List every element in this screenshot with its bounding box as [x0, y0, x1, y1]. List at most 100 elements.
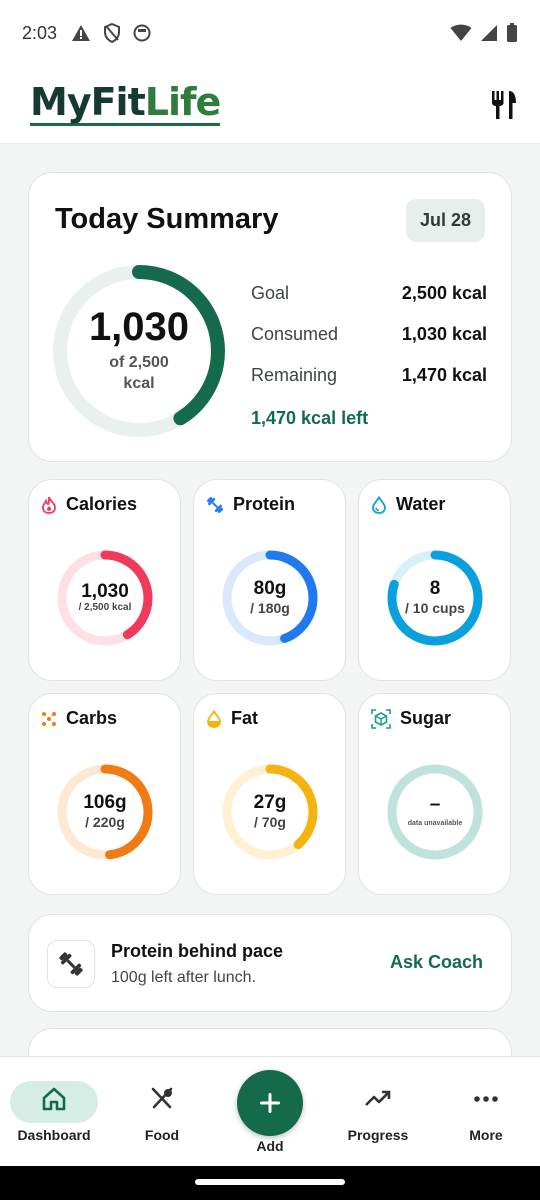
nav-more[interactable]: More: [432, 1057, 540, 1167]
metric-header: Protein: [206, 494, 295, 515]
metric-value: –: [429, 794, 441, 816]
trending-up-icon: [365, 1090, 391, 1106]
flame-icon: [42, 496, 56, 514]
next-card-partial: [28, 1028, 512, 1056]
cube-icon: [371, 708, 391, 729]
nav-label: Dashboard: [17, 1127, 91, 1143]
metric-header: Sugar: [371, 708, 451, 729]
metric-title: Calories: [66, 494, 138, 514]
nav-label: Food: [144, 1127, 180, 1143]
status-bar: 2:03: [0, 0, 540, 66]
metric-target: / 70g: [254, 814, 286, 831]
add-label: Add: [256, 1138, 284, 1154]
metric-center: 80g / 180g: [220, 548, 320, 648]
wifi-icon: [450, 24, 472, 41]
metric-center: 106g / 220g: [55, 762, 155, 862]
calorie-ring-center: 1,030 of 2,500 kcal: [49, 261, 229, 441]
metric-card-sugar[interactable]: Sugar – data unavailable: [358, 693, 511, 895]
metric-card-water[interactable]: Water 8 / 10 cups: [358, 479, 511, 681]
metric-card-protein[interactable]: Protein 80g / 180g: [193, 479, 346, 681]
coach-subtitle: 100g left after lunch.: [111, 969, 256, 986]
metric-header: Water: [371, 494, 445, 515]
ring-unit-text: kcal: [123, 375, 155, 392]
home-icon: [42, 1087, 66, 1111]
oil-drop-icon: [207, 709, 221, 728]
metric-center: – data unavailable: [385, 762, 485, 862]
gesture-handle[interactable]: [195, 1179, 345, 1185]
system-gesture-bar: [0, 1166, 540, 1200]
coach-title: Protein behind pace: [111, 941, 284, 961]
stat-row-goal: Goal 2,500 kcal: [251, 273, 487, 314]
dashboard-scroll[interactable]: Today Summary Jul 28 1,030 of 2,500 kcal…: [0, 144, 540, 1056]
metric-target: / 180g: [250, 600, 290, 617]
dumbbell-icon: [206, 496, 224, 513]
coach-icon-box: [47, 940, 95, 988]
logo-text-part2: Life: [144, 80, 222, 124]
metric-target: / 220g: [85, 814, 125, 831]
stat-row-remaining: Remaining 1,470 kcal: [251, 355, 487, 396]
warning-icon: [72, 25, 91, 41]
nav-dashboard[interactable]: Dashboard: [0, 1057, 108, 1167]
more-horizontal-icon: [474, 1096, 498, 1102]
kcal-left-note: 1,470 kcal left: [251, 408, 369, 428]
metric-center: 8 / 10 cups: [385, 548, 485, 648]
stat-value: 2,500 kcal: [401, 283, 487, 303]
nav-label: More: [469, 1127, 503, 1143]
add-button[interactable]: [237, 1070, 303, 1136]
app-notification-icon: [133, 24, 151, 42]
stat-label: Goal: [251, 283, 290, 303]
app-logo: MyFitLife: [30, 80, 222, 126]
status-time: 2:03: [22, 22, 58, 43]
signal-icon: [481, 25, 497, 41]
metric-value: 80g: [253, 578, 287, 600]
utensils-icon: [151, 1087, 173, 1109]
plus-icon: [260, 1093, 280, 1113]
consumed-value: 1,030: [88, 305, 190, 350]
metric-title: Water: [396, 494, 446, 514]
shield-icon: [104, 23, 121, 43]
metric-header: Carbs: [41, 708, 117, 729]
nav-progress[interactable]: Progress: [324, 1057, 432, 1167]
nav-label: Progress: [347, 1127, 409, 1143]
stat-label: Remaining: [251, 365, 338, 385]
droplet-icon: [372, 495, 386, 514]
metric-value: 8: [429, 578, 441, 600]
metric-target: / 10 cups: [405, 600, 465, 617]
battery-icon: [507, 23, 517, 42]
date-chip[interactable]: Jul 28: [405, 199, 485, 242]
metric-value: 106g: [83, 792, 127, 814]
grain-icon: [42, 711, 56, 726]
nav-food[interactable]: Food: [108, 1057, 216, 1167]
coach-card: Protein behind pace 100g left after lunc…: [28, 914, 512, 1012]
metric-value: 1,030: [81, 580, 129, 602]
stat-label: Consumed: [251, 324, 339, 344]
app-header: MyFitLife: [0, 66, 540, 144]
ring-goal-caption: of 2,500 kcal: [109, 353, 169, 395]
metric-value: 27g: [253, 792, 287, 814]
ask-coach-button[interactable]: Ask Coach: [390, 952, 483, 973]
metric-title: Protein: [233, 494, 296, 514]
ring-of-text: of 2,500: [109, 354, 169, 372]
summary-title: Today Summary: [55, 203, 279, 235]
stat-value: 1,470 kcal: [401, 365, 487, 385]
fork-knife-icon[interactable]: [490, 90, 518, 120]
metric-title: Sugar: [400, 708, 452, 728]
metric-card-fat[interactable]: Fat 27g / 70g: [193, 693, 346, 895]
metric-title: Carbs: [66, 708, 118, 728]
today-summary-card: Today Summary Jul 28 1,030 of 2,500 kcal…: [28, 172, 512, 462]
stat-row-consumed: Consumed 1,030 kcal: [251, 314, 487, 355]
metric-target: / 2,500 kcal: [78, 602, 132, 614]
metric-center: 27g / 70g: [220, 762, 320, 862]
bottom-navigation: Dashboard Food Add Progress More: [0, 1056, 540, 1166]
metric-header: Calories: [41, 494, 137, 515]
metric-card-carbs[interactable]: Carbs 106g / 220g: [28, 693, 181, 895]
metric-card-calories[interactable]: Calories 1,030 / 2,500 kcal: [28, 479, 181, 681]
metric-center: 1,030 / 2,500 kcal: [55, 548, 155, 648]
logo-text-part1: MyFit: [30, 80, 146, 124]
metric-header: Fat: [206, 708, 258, 729]
metric-title: Fat: [231, 708, 258, 728]
stat-value: 1,030 kcal: [401, 324, 487, 344]
summary-stats: Goal 2,500 kcal Consumed 1,030 kcal Rema…: [251, 273, 487, 429]
metric-target: data unavailable: [407, 820, 463, 828]
dumbbell-icon: [59, 952, 83, 976]
